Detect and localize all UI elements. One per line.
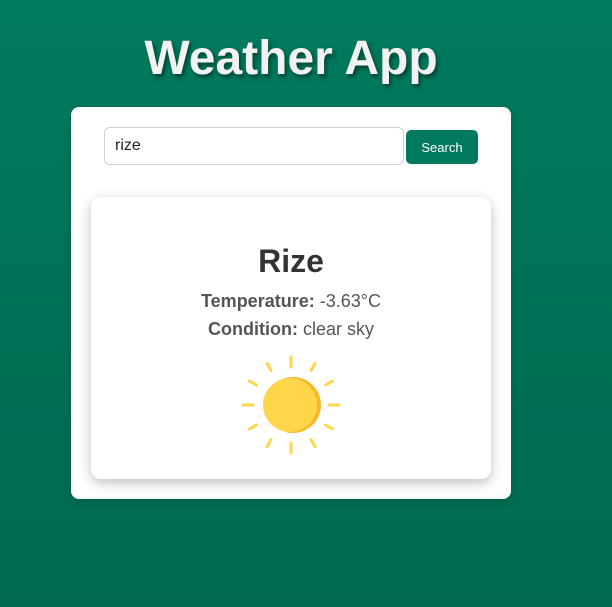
- app-title: Weather App: [144, 32, 438, 85]
- condition-line: Condition: clear sky: [91, 317, 491, 341]
- search-input[interactable]: [104, 127, 404, 165]
- city-name: Rize: [258, 243, 324, 279]
- condition-value: clear sky: [302, 319, 374, 339]
- temperature-line: Temperature: -3.63°C: [91, 289, 491, 313]
- sun-icon: [241, 355, 341, 455]
- weather-card: Rize Temperature: -3.63°C Condition: cle…: [91, 197, 491, 479]
- weather-container: Search Rize Temperature: -3.63°C Conditi…: [71, 107, 511, 499]
- condition-label: Condition:: [208, 319, 298, 339]
- search-button[interactable]: Search: [406, 130, 478, 164]
- temperature-value: -3.63°C: [319, 291, 381, 311]
- temperature-label: Temperature:: [201, 291, 315, 311]
